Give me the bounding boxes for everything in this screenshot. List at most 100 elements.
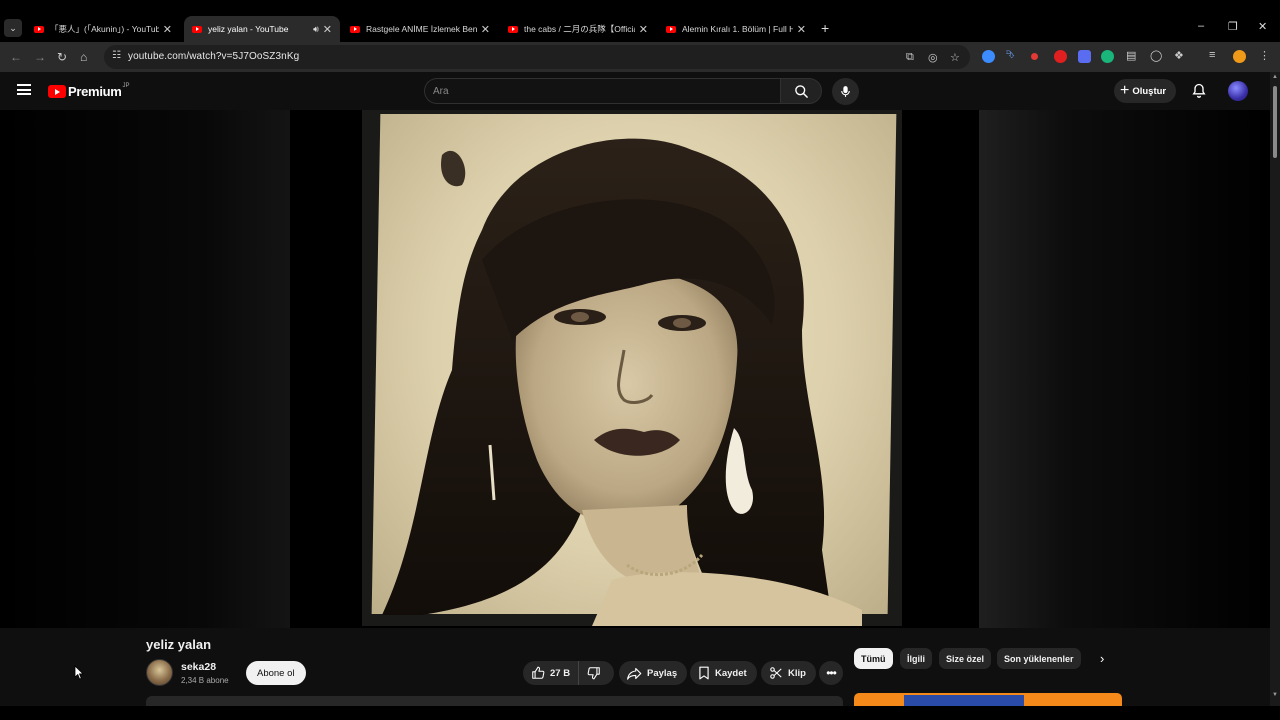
dislike-icon xyxy=(587,667,600,680)
browser-tab-title: 「悪人」(「Akunin」) - YouTube xyxy=(50,24,159,34)
browser-tab[interactable]: 「悪人」(「Akunin」) - YouTube ✕ xyxy=(26,16,180,42)
like-button[interactable]: 27 B xyxy=(523,661,580,685)
like-dislike-group: 27 B xyxy=(523,661,615,685)
subscribe-button[interactable]: Abone ol xyxy=(246,661,306,685)
share-label: Paylaş xyxy=(647,667,678,679)
save-button[interactable]: Kaydet xyxy=(690,661,757,685)
browser-menu-icon[interactable]: ⋮ xyxy=(1259,49,1270,62)
youtube-favicon-icon xyxy=(34,25,44,33)
close-tab-icon[interactable]: ✕ xyxy=(639,23,648,36)
subscriber-count: 2,34 B abone xyxy=(181,676,229,685)
extension-green-icon[interactable] xyxy=(1101,50,1114,63)
extension-circle-icon[interactable]: ◯ xyxy=(1150,49,1162,62)
dislike-button[interactable] xyxy=(579,661,614,685)
video-player[interactable] xyxy=(0,110,1270,628)
clip-button[interactable]: Klip xyxy=(761,661,816,685)
hide-eye-icon[interactable]: ◎ xyxy=(928,51,938,64)
youtube-favicon-icon xyxy=(192,25,202,33)
notifications-button[interactable] xyxy=(1191,82,1207,104)
youtube-logo[interactable]: Premium JP xyxy=(48,83,130,99)
extension-translate-icon[interactable] xyxy=(1078,50,1091,63)
description-box[interactable] xyxy=(146,696,843,706)
browser-tab[interactable]: Alemin Kıralı 1. Bölüm | Full HD ✕ xyxy=(658,16,814,42)
video-title: yeliz yalan xyxy=(146,637,212,652)
like-icon xyxy=(532,666,545,679)
browser-tab-title: yeliz yalan - YouTube xyxy=(208,24,289,34)
browser-tab-active[interactable]: yeliz yalan - YouTube 🔊︎ ✕ xyxy=(184,16,340,42)
channel-name[interactable]: seka28 xyxy=(181,661,216,673)
browser-tab-title: Rastgele ANİME İzlemek Beni M xyxy=(366,24,477,34)
chevron-right-icon[interactable]: › xyxy=(1100,651,1104,666)
new-tab-icon[interactable]: + xyxy=(821,20,829,36)
address-url: youtube.com/watch?v=5J7OoSZ3nKg xyxy=(128,51,300,62)
extension-record-icon[interactable] xyxy=(1031,53,1038,60)
window-bottom-edge xyxy=(0,706,1280,720)
minimize-icon[interactable]: – xyxy=(1198,20,1204,32)
scroll-up-icon[interactable]: ▲ xyxy=(1272,74,1278,80)
site-info-icon[interactable]: ☷ xyxy=(112,50,121,61)
more-actions-button[interactable]: ••• xyxy=(819,661,843,685)
youtube-favicon-icon xyxy=(666,25,676,33)
chip-all[interactable]: Tümü xyxy=(854,648,893,669)
close-tab-icon[interactable]: ✕ xyxy=(797,23,806,36)
browser-tab-strip: ⌄ 「悪人」(「Akunin」) - YouTube ✕ yeliz yalan… xyxy=(0,0,1280,42)
scrollbar-thumb[interactable] xyxy=(1273,86,1277,158)
watch-metadata: yeliz yalan seka28 2,34 B abone Abone ol… xyxy=(0,628,1270,706)
chip-recent[interactable]: Son yüklenenler xyxy=(997,648,1081,669)
search-box xyxy=(424,78,780,104)
profile-avatar-icon[interactable] xyxy=(1233,50,1246,63)
youtube-favicon-icon xyxy=(508,25,518,33)
player-ambient-left xyxy=(0,110,290,628)
install-app-icon[interactable]: ⧉ xyxy=(906,51,914,64)
reading-list-icon[interactable]: ≡ xyxy=(1209,49,1215,61)
account-avatar[interactable] xyxy=(1228,81,1248,101)
mic-icon xyxy=(841,86,850,97)
close-tab-icon[interactable]: ✕ xyxy=(481,23,490,36)
forward-icon[interactable]: → xyxy=(34,50,46,64)
clip-icon xyxy=(770,667,782,679)
chip-related[interactable]: İlgili xyxy=(900,648,932,669)
youtube-favicon-icon xyxy=(350,25,360,33)
hamburger-icon[interactable] xyxy=(17,84,31,95)
save-label: Kaydet xyxy=(715,667,747,679)
share-button[interactable]: Paylaş xyxy=(619,661,688,685)
back-icon[interactable]: ← xyxy=(10,50,22,64)
search-icon xyxy=(794,84,808,98)
home-icon[interactable]: ⌂ xyxy=(80,50,87,64)
reload-icon[interactable]: ↻ xyxy=(57,50,67,64)
close-tab-icon[interactable]: ✕ xyxy=(323,23,332,36)
tab-search-button[interactable]: ⌄ xyxy=(4,19,22,37)
search-input[interactable] xyxy=(433,84,763,98)
player-ambient-right xyxy=(979,110,1270,628)
browser-tab-title: the cabs / 二月の兵隊【Official M xyxy=(524,24,635,34)
youtube-logo-text: Premium xyxy=(68,84,122,99)
bookmark-star-icon[interactable]: ☆ xyxy=(950,51,960,64)
scroll-down-icon[interactable]: ▼ xyxy=(1272,692,1278,698)
extension-red-icon[interactable] xyxy=(1054,50,1067,63)
address-bar[interactable]: ☷ youtube.com/watch?v=5J7OoSZ3nKg ⧉ ◎ ☆ xyxy=(104,45,970,69)
like-count: 27 B xyxy=(550,667,571,679)
audio-playing-icon[interactable]: 🔊︎ xyxy=(313,24,319,35)
page-scrollbar[interactable]: ▲ ▼ xyxy=(1270,72,1280,706)
extension-waves-icon[interactable]: ⮷ xyxy=(1006,49,1015,62)
browser-tab-title: Alemin Kıralı 1. Bölüm | Full HD xyxy=(682,24,793,34)
portrait-image xyxy=(382,138,862,626)
extension-chat-icon[interactable]: ▤ xyxy=(1126,49,1136,62)
search-button[interactable] xyxy=(780,78,822,104)
extensions-puzzle-icon[interactable]: ❖ xyxy=(1174,49,1184,62)
voice-search-button[interactable] xyxy=(832,78,859,105)
youtube-play-icon xyxy=(48,85,66,98)
extension-blue-icon[interactable] xyxy=(982,50,995,63)
create-button-label: Oluştur xyxy=(1132,85,1167,97)
browser-tab[interactable]: the cabs / 二月の兵隊【Official M ✕ xyxy=(500,16,656,42)
close-tab-icon[interactable]: ✕ xyxy=(163,23,172,36)
create-button[interactable]: + Oluştur xyxy=(1114,79,1177,103)
window-close-icon[interactable]: ✕ xyxy=(1258,20,1267,33)
chip-for-you[interactable]: Size özel xyxy=(939,648,992,669)
plus-icon: + xyxy=(1120,82,1130,99)
channel-avatar[interactable] xyxy=(146,659,173,686)
recommended-thumbnail[interactable] xyxy=(854,693,1122,706)
browser-tab[interactable]: Rastgele ANİME İzlemek Beni M ✕ xyxy=(342,16,498,42)
restore-icon[interactable]: ❐ xyxy=(1228,20,1238,33)
video-frame-photo xyxy=(362,110,902,626)
